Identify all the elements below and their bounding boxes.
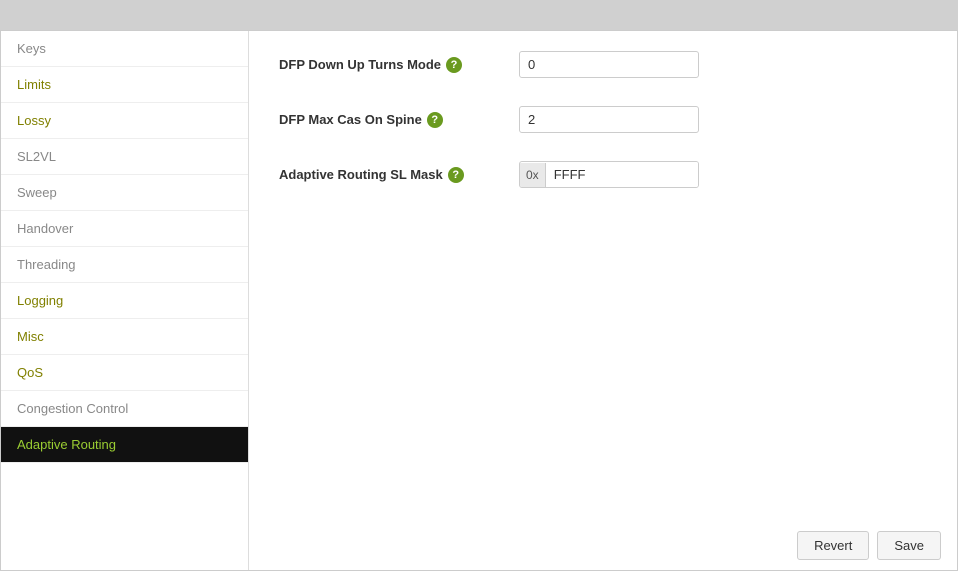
sidebar-item-threading[interactable]: Threading [1, 247, 248, 283]
hex-input-wrapper-adaptive-routing-sl-mask: 0x [519, 161, 699, 188]
sidebar-item-adaptive-routing[interactable]: Adaptive Routing [1, 427, 248, 463]
input-dfp-down-up-turns-mode[interactable] [519, 51, 699, 78]
help-icon-adaptive-routing-sl-mask[interactable]: ? [448, 167, 464, 183]
sidebar-item-limits[interactable]: Limits [1, 67, 248, 103]
content-area: DFP Down Up Turns Mode? DFP Max Cas On Sp… [249, 31, 957, 570]
sidebar-item-lossy[interactable]: Lossy [1, 103, 248, 139]
sidebar-item-sl2vl[interactable]: SL2VL [1, 139, 248, 175]
form-label-dfp-down-up-turns-mode: DFP Down Up Turns Mode? [279, 57, 519, 73]
sidebar-item-keys[interactable]: Keys [1, 31, 248, 67]
sidebar-item-sweep[interactable]: Sweep [1, 175, 248, 211]
form-row-dfp-down-up-turns-mode: DFP Down Up Turns Mode? [279, 51, 927, 78]
sidebar-item-qos[interactable]: QoS [1, 355, 248, 391]
main-container: KeysLimitsLossySL2VLSweepHandoverThreadi… [0, 30, 958, 571]
revert-button[interactable]: Revert [797, 531, 869, 560]
top-bar [0, 0, 958, 30]
form-row-dfp-max-cas-on-spine: DFP Max Cas On Spine? [279, 106, 927, 133]
input-dfp-max-cas-on-spine[interactable] [519, 106, 699, 133]
form-label-dfp-max-cas-on-spine: DFP Max Cas On Spine? [279, 112, 519, 128]
sidebar-item-handover[interactable]: Handover [1, 211, 248, 247]
hex-prefix-adaptive-routing-sl-mask: 0x [520, 163, 546, 187]
help-icon-dfp-max-cas-on-spine[interactable]: ? [427, 112, 443, 128]
form-label-adaptive-routing-sl-mask: Adaptive Routing SL Mask? [279, 167, 519, 183]
form-row-adaptive-routing-sl-mask: Adaptive Routing SL Mask?0x [279, 161, 927, 188]
sidebar-item-congestion-control[interactable]: Congestion Control [1, 391, 248, 427]
sidebar-item-logging[interactable]: Logging [1, 283, 248, 319]
save-button[interactable]: Save [877, 531, 941, 560]
input-adaptive-routing-sl-mask[interactable] [546, 162, 698, 187]
sidebar: KeysLimitsLossySL2VLSweepHandoverThreadi… [1, 31, 249, 570]
bottom-bar: Revert Save [797, 531, 941, 560]
help-icon-dfp-down-up-turns-mode[interactable]: ? [446, 57, 462, 73]
sidebar-item-misc[interactable]: Misc [1, 319, 248, 355]
